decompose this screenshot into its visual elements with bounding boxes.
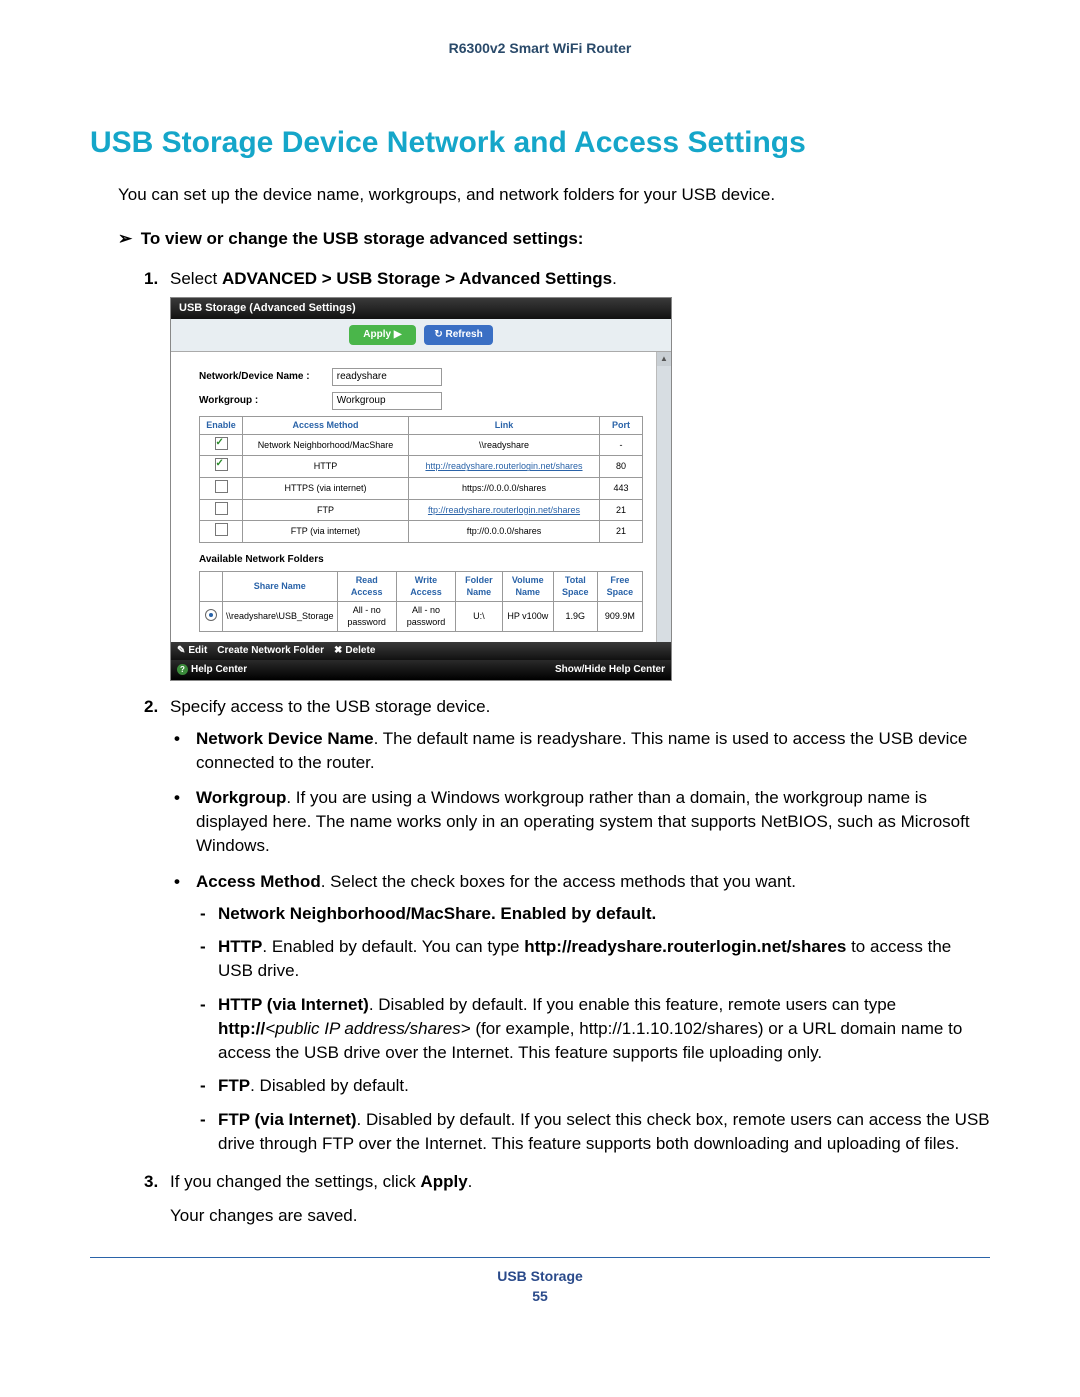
step-3: 3. If you changed the settings, click Ap… bbox=[144, 1170, 990, 1228]
footer-section: USB Storage bbox=[90, 1268, 990, 1284]
scroll-up-icon[interactable]: ▲ bbox=[657, 352, 671, 366]
window-title: USB Storage (Advanced Settings) bbox=[171, 298, 671, 319]
enable-checkbox[interactable] bbox=[215, 523, 228, 536]
help-bar: ?Help Center Show/Hide Help Center bbox=[171, 660, 671, 680]
delete-icon: ✖ bbox=[334, 644, 342, 658]
step-2: 2. Specify access to the USB storage dev… bbox=[144, 695, 990, 1156]
enable-checkbox[interactable] bbox=[215, 480, 228, 493]
delete-button[interactable]: ✖Delete bbox=[334, 644, 375, 658]
step-1: 1. Select ADVANCED > USB Storage > Advan… bbox=[144, 267, 990, 681]
footer-rule bbox=[90, 1257, 990, 1258]
dash-ftp-internet: FTP (via Internet). Disabled by default.… bbox=[196, 1108, 990, 1156]
apply-button[interactable]: Apply ▶ bbox=[349, 325, 415, 345]
procedure-heading: ➢ To view or change the USB storage adva… bbox=[118, 229, 990, 249]
access-row: HTTPhttp://readyshare.routerlogin.net/sh… bbox=[200, 456, 643, 478]
show-hide-help-link[interactable]: Show/Hide Help Center bbox=[555, 663, 665, 677]
intro-text: You can set up the device name, workgrou… bbox=[118, 184, 990, 207]
access-row: FTPftp://readyshare.routerlogin.net/shar… bbox=[200, 499, 643, 521]
enable-checkbox[interactable] bbox=[215, 458, 228, 471]
page-footer: USB Storage 55 bbox=[90, 1268, 990, 1304]
workgroup-label: Workgroup : bbox=[199, 394, 329, 408]
section-title: USB Storage Device Network and Access Se… bbox=[90, 126, 990, 160]
dash-http: HTTP. Enabled by default. You can type h… bbox=[196, 935, 990, 983]
manual-page: R6300v2 Smart WiFi Router USB Storage De… bbox=[0, 0, 1080, 1334]
dash-ftp: FTP. Disabled by default. bbox=[196, 1074, 990, 1098]
enable-checkbox[interactable] bbox=[215, 502, 228, 515]
settings-screenshot: USB Storage (Advanced Settings) Apply ▶ … bbox=[170, 297, 672, 681]
scrollbar[interactable]: ▲ bbox=[656, 352, 671, 642]
create-folder-button[interactable]: Create Network Folder bbox=[217, 644, 324, 658]
workgroup-input[interactable]: Workgroup bbox=[332, 392, 442, 410]
access-row: FTP (via internet)ftp://0.0.0.0/shares21 bbox=[200, 521, 643, 543]
folder-row: \\readyshare\USB_Storage All - no passwo… bbox=[200, 601, 643, 631]
access-row: Network Neighborhood/MacShare\\readyshar… bbox=[200, 434, 643, 456]
page-number: 55 bbox=[90, 1288, 990, 1304]
network-device-name-label: Network/Device Name : bbox=[199, 370, 329, 384]
network-device-name-input[interactable]: readyshare bbox=[332, 368, 442, 386]
dash-macshare: Network Neighborhood/MacShare. Enabled b… bbox=[196, 902, 990, 926]
toolbar: Apply ▶ ↻ Refresh bbox=[171, 319, 671, 352]
access-method-table: Enable Access Method Link Port Network N… bbox=[199, 416, 643, 543]
action-bar: ✎Edit Create Network Folder ✖Delete bbox=[171, 642, 671, 660]
access-row: HTTPS (via internet)https://0.0.0.0/shar… bbox=[200, 477, 643, 499]
dash-http-internet: HTTP (via Internet). Disabled by default… bbox=[196, 993, 990, 1064]
refresh-button[interactable]: ↻ Refresh bbox=[424, 325, 492, 345]
procedure-heading-text: To view or change the USB storage advanc… bbox=[141, 229, 584, 248]
chevron-right-icon: ➢ bbox=[118, 229, 136, 249]
enable-checkbox[interactable] bbox=[215, 437, 228, 450]
bullet-access-method: Access Method. Select the check boxes fo… bbox=[170, 870, 990, 1156]
available-folders-heading: Available Network Folders bbox=[199, 553, 643, 567]
pencil-icon: ✎ bbox=[177, 644, 185, 658]
folder-radio[interactable] bbox=[205, 609, 217, 621]
bullet-ndn: Network Device Name. The default name is… bbox=[170, 727, 990, 775]
help-icon: ? bbox=[177, 664, 188, 675]
running-header: R6300v2 Smart WiFi Router bbox=[90, 40, 990, 56]
bullet-workgroup: Workgroup. If you are using a Windows wo… bbox=[170, 786, 990, 857]
edit-button[interactable]: ✎Edit bbox=[177, 644, 207, 658]
folders-table: Share Name Read Access Write Access Fold… bbox=[199, 571, 643, 632]
